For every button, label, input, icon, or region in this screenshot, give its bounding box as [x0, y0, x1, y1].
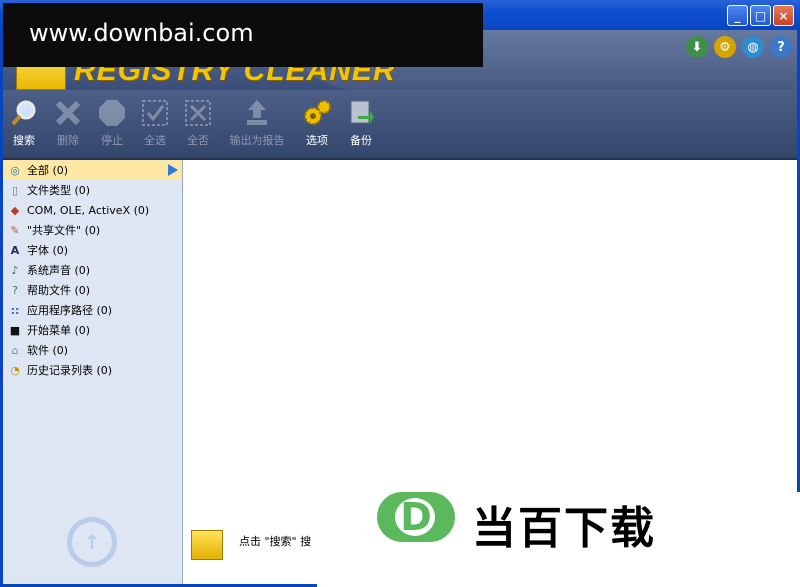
backup-button[interactable]: 备份	[337, 98, 385, 152]
site-logo-icon: D	[377, 492, 455, 542]
help-file-icon: ?	[12, 283, 18, 297]
site-logo-letter: D	[400, 495, 432, 539]
history-icon: ◔	[10, 363, 20, 377]
sidebar-watermark-logo-icon: ↑	[67, 517, 117, 567]
category-sidebar: ◎ 全部 (0) ▯ 文件类型 (0) ◆ COM, OLE, ActiveX …	[3, 160, 183, 585]
sidebar-item-history[interactable]: ◔ 历史记录列表 (0)	[3, 360, 182, 380]
gears-icon[interactable]: ⚙	[714, 36, 736, 58]
close-button[interactable]: ×	[773, 5, 794, 26]
search-button[interactable]: 搜索	[0, 98, 48, 152]
speaker-icon: ♪	[11, 263, 19, 277]
window-controls: _ □ ×	[727, 5, 794, 26]
sidebar-item-all[interactable]: ◎ 全部 (0)	[3, 160, 182, 180]
com-objects-icon: ◆	[10, 203, 20, 217]
select-all-label: 全选	[144, 134, 166, 147]
sidebar-item-label: 字体 (0)	[27, 244, 69, 257]
stop-sign-icon	[97, 98, 127, 128]
sidebar-item-label: 历史记录列表 (0)	[27, 364, 113, 377]
cube-icon	[191, 530, 223, 560]
backup-label: 备份	[350, 134, 372, 147]
magnifier-icon	[9, 98, 39, 128]
sidebar-item-label: 系统声音 (0)	[27, 264, 91, 277]
sidebar-item-label: 软件 (0)	[27, 344, 69, 357]
software-icon: ⌂	[11, 343, 19, 357]
shared-file-icon: ✎	[10, 223, 20, 237]
play-arrow-icon	[168, 164, 178, 176]
delete-x-icon	[53, 98, 83, 128]
select-none-button[interactable]: 全否	[174, 98, 222, 152]
export-report-button[interactable]: 输出为报告	[225, 98, 289, 152]
site-name-text: 当百下载	[472, 503, 656, 554]
delete-button[interactable]: 删除	[44, 98, 92, 152]
app-path-icon: ::	[10, 303, 20, 317]
window-border-left	[0, 30, 3, 587]
sidebar-item-software[interactable]: ⌂ 软件 (0)	[3, 340, 182, 360]
backup-icon	[346, 98, 376, 128]
select-all-button[interactable]: 全选	[131, 98, 179, 152]
gears-icon	[302, 98, 332, 128]
delete-label: 删除	[57, 134, 79, 147]
sidebar-item-help-files[interactable]: ? 帮助文件 (0)	[3, 280, 182, 300]
options-label: 选项	[306, 134, 328, 147]
start-menu-icon: ■	[9, 323, 21, 337]
sidebar-item-shared-files[interactable]: ✎ "共享文件" (0)	[3, 220, 182, 240]
watermark: www.downbai.com	[3, 3, 483, 67]
search-label: 搜索	[13, 134, 35, 147]
checkbox-x-icon	[183, 98, 213, 128]
sidebar-item-fonts[interactable]: A 字体 (0)	[3, 240, 182, 260]
font-icon: A	[10, 243, 20, 257]
hint-text: 点击 "搜索" 搜	[239, 535, 312, 548]
watermark-text: www.downbai.com	[29, 19, 254, 47]
all-categories-icon: ◎	[10, 163, 20, 177]
sidebar-item-system-sounds[interactable]: ♪ 系统声音 (0)	[3, 260, 182, 280]
sidebar-item-start-menu[interactable]: ■ 开始菜单 (0)	[3, 320, 182, 340]
file-icon: ▯	[11, 183, 19, 197]
site-branding: D 当百下载	[317, 492, 800, 587]
select-none-label: 全否	[187, 134, 209, 147]
sidebar-item-label: 应用程序路径 (0)	[27, 304, 113, 317]
stop-label: 停止	[101, 134, 123, 147]
minimize-button[interactable]: _	[727, 5, 748, 26]
download-icon[interactable]: ⬇	[686, 36, 708, 58]
sidebar-item-label: 全部 (0)	[27, 164, 69, 177]
export-report-label: 输出为报告	[229, 134, 285, 147]
sidebar-item-com-ole-activex[interactable]: ◆ COM, OLE, ActiveX (0)	[3, 200, 182, 220]
sidebar-item-app-paths[interactable]: :: 应用程序路径 (0)	[3, 300, 182, 320]
header-icon-bar: ⬇ ⚙ ◍ ?	[686, 36, 792, 58]
sidebar-item-label: 开始菜单 (0)	[27, 324, 91, 337]
options-button[interactable]: 选项	[293, 98, 341, 152]
maximize-button[interactable]: □	[750, 5, 771, 26]
export-arrow-icon	[242, 98, 272, 128]
stop-button[interactable]: 停止	[88, 98, 136, 152]
help-icon[interactable]: ?	[770, 36, 792, 58]
sidebar-item-file-types[interactable]: ▯ 文件类型 (0)	[3, 180, 182, 200]
sidebar-item-label: 文件类型 (0)	[27, 184, 91, 197]
sidebar-item-label: "共享文件" (0)	[27, 224, 101, 237]
globe-icon[interactable]: ◍	[742, 36, 764, 58]
toolbar: 搜索 删除 停止 全选 全否 输出为报告 选项 备份	[0, 90, 800, 160]
checkbox-checked-icon	[140, 98, 170, 128]
sidebar-item-label: COM, OLE, ActiveX (0)	[27, 203, 150, 217]
sidebar-item-label: 帮助文件 (0)	[27, 284, 91, 297]
